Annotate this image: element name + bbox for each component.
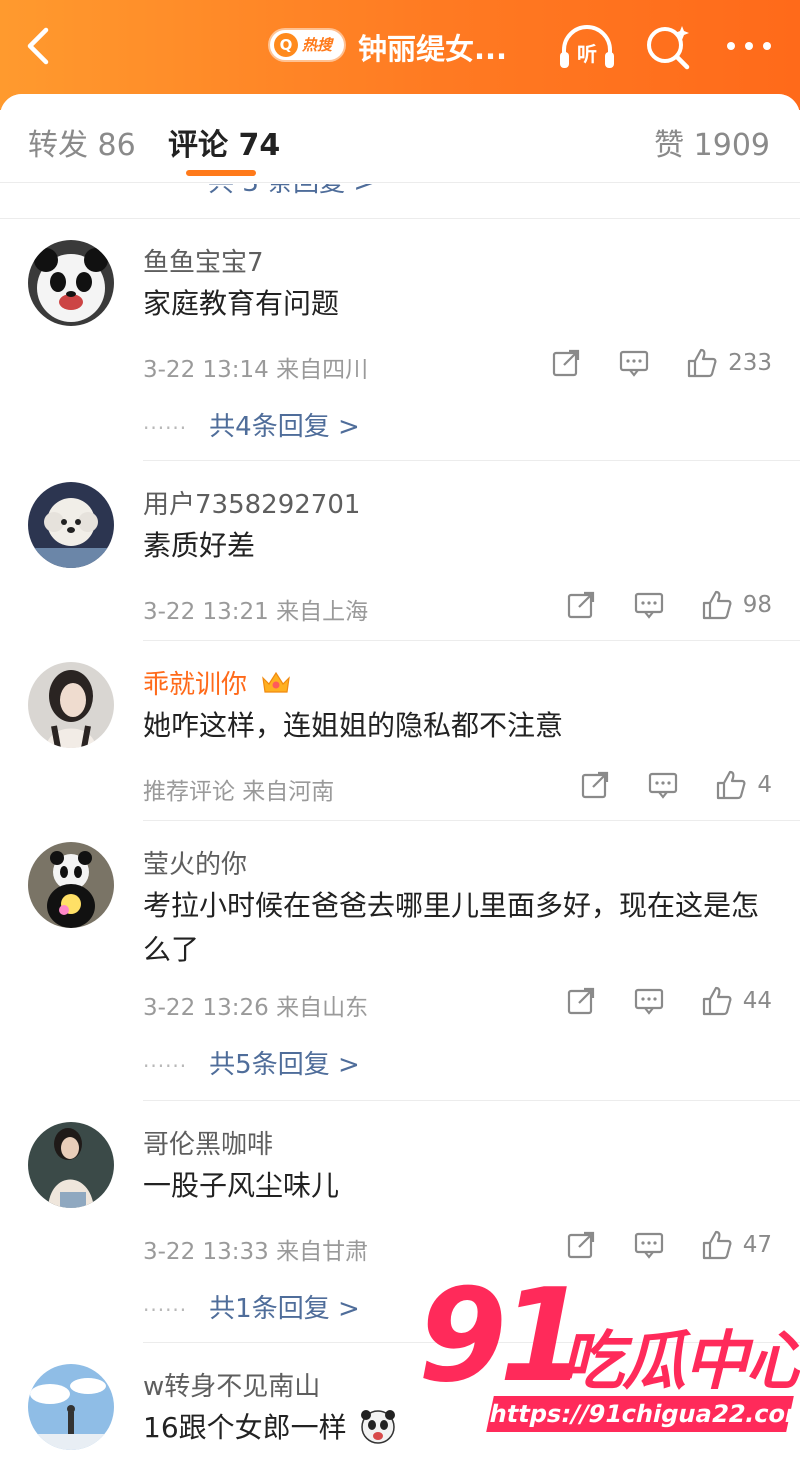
comment-actions: 98 bbox=[565, 588, 772, 622]
like-count: 98 bbox=[742, 592, 772, 618]
search-icon bbox=[647, 26, 690, 70]
chevron-left-icon bbox=[27, 27, 49, 65]
comment-meta: 3-22 13:26 来自山东 bbox=[143, 995, 369, 1021]
comment-meta: 推荐评论 来自河南 bbox=[143, 779, 335, 805]
share-icon[interactable] bbox=[565, 589, 597, 621]
comment-actions: 44 bbox=[565, 984, 772, 1018]
divider bbox=[0, 218, 800, 219]
view-replies-link[interactable]: ······ 共4条回复 > bbox=[143, 406, 360, 443]
share-icon[interactable] bbox=[579, 769, 611, 801]
sky-avatar-image bbox=[28, 1364, 114, 1450]
avatar[interactable] bbox=[28, 482, 114, 568]
comment-icon[interactable] bbox=[618, 347, 650, 379]
thumbs-up-icon[interactable] bbox=[701, 589, 733, 621]
like-count: 4 bbox=[757, 772, 772, 798]
comment-actions: 233 bbox=[550, 346, 772, 380]
comment-username[interactable]: 用户7358292701 bbox=[143, 484, 360, 521]
hot-search-label: 热搜 bbox=[302, 36, 333, 54]
listen-button[interactable]: 听 bbox=[558, 22, 616, 72]
share-icon[interactable] bbox=[565, 985, 597, 1017]
hot-search-icon: Q bbox=[274, 33, 298, 57]
divider bbox=[143, 820, 800, 821]
woman-photo-avatar-image bbox=[28, 1122, 114, 1208]
watermark-logo: 91 吃瓜中心 https://91chigua22.com bbox=[412, 1262, 800, 1452]
comment-text: 她咋这样，连姐姐的隐私都不注意 bbox=[143, 709, 564, 742]
panda-emoji-icon bbox=[360, 1410, 395, 1444]
like-count: 233 bbox=[728, 350, 772, 376]
comment-icon[interactable] bbox=[633, 985, 665, 1017]
more-button[interactable] bbox=[724, 36, 774, 56]
thumbs-up-icon[interactable] bbox=[686, 347, 718, 379]
dog-avatar-image bbox=[28, 482, 114, 568]
panda-avatar-image bbox=[28, 240, 114, 326]
tab-comment[interactable]: 评论 74 bbox=[168, 120, 280, 164]
tab-like[interactable]: 赞 1909 bbox=[654, 120, 770, 164]
comment-text: 家庭教育有问题 bbox=[143, 287, 340, 320]
divider bbox=[143, 460, 800, 461]
svg-text:听: 听 bbox=[577, 42, 597, 66]
woman-avatar-image bbox=[28, 662, 114, 748]
tab-bar: 转发 86 评论 74 赞 1909 bbox=[0, 94, 800, 184]
comment-actions: 47 bbox=[565, 1228, 772, 1262]
page-title[interactable]: 钟丽缇女... bbox=[358, 26, 507, 68]
tab-repost[interactable]: 转发 86 bbox=[28, 120, 136, 164]
headphones-icon: 听 bbox=[560, 25, 614, 68]
panda-plush-avatar-image bbox=[28, 842, 114, 928]
comment-icon[interactable] bbox=[633, 589, 665, 621]
search-button[interactable] bbox=[644, 22, 692, 70]
avatar[interactable] bbox=[28, 662, 114, 748]
tab-indicator bbox=[186, 170, 256, 176]
comments-sheet: 共 3 条回复 > 转发 86 评论 74 赞 1909 鱼鱼宝宝7 家庭教育有… bbox=[0, 94, 800, 1458]
comment-icon[interactable] bbox=[633, 1229, 665, 1261]
back-button[interactable] bbox=[20, 24, 60, 68]
comment-username[interactable]: 乖就训你 bbox=[143, 664, 291, 701]
share-icon[interactable] bbox=[565, 1229, 597, 1261]
comment-meta: 3-22 13:14 来自四川 bbox=[143, 357, 369, 383]
comment-username[interactable]: 莹火的你 bbox=[143, 844, 247, 881]
comment-username[interactable]: w转身不见南山 bbox=[143, 1366, 320, 1403]
avatar[interactable] bbox=[28, 1122, 114, 1208]
avatar[interactable] bbox=[28, 1364, 114, 1450]
avatar[interactable] bbox=[28, 842, 114, 928]
avatar[interactable] bbox=[28, 240, 114, 326]
comment-icon[interactable] bbox=[647, 769, 679, 801]
like-count: 44 bbox=[742, 988, 772, 1014]
comment-username[interactable]: 哥伦黑咖啡 bbox=[143, 1124, 273, 1161]
divider bbox=[143, 640, 800, 641]
thumbs-up-icon[interactable] bbox=[701, 985, 733, 1017]
thumbs-up-icon[interactable] bbox=[701, 1229, 733, 1261]
comment-meta: 3-22 13:33 来自甘肃 bbox=[143, 1239, 369, 1265]
comment-text: 一股子风尘味儿 bbox=[143, 1169, 340, 1202]
hot-search-badge[interactable]: Q 热搜 bbox=[270, 30, 344, 60]
watermark-number: 91 bbox=[418, 1262, 588, 1411]
thumbs-up-icon[interactable] bbox=[715, 769, 747, 801]
comment-meta: 3-22 13:21 来自上海 bbox=[143, 599, 369, 625]
comment-text: 素质好差 bbox=[143, 529, 256, 562]
comment-actions: 4 bbox=[579, 768, 772, 802]
comment-text: 考拉小时候在爸爸去哪里儿里面多好，现在这是怎么了 bbox=[143, 889, 760, 966]
divider bbox=[143, 1100, 800, 1101]
share-icon[interactable] bbox=[550, 347, 582, 379]
tab-divider bbox=[0, 182, 800, 183]
more-dots-icon bbox=[727, 42, 771, 50]
view-replies-link[interactable]: ······ 共1条回复 > bbox=[143, 1288, 360, 1325]
watermark-url: https://91chigua22.com bbox=[486, 1396, 800, 1432]
comment-username[interactable]: 鱼鱼宝宝7 bbox=[143, 242, 264, 279]
watermark-name: 吃瓜中心 bbox=[560, 1325, 800, 1399]
crown-icon bbox=[262, 671, 291, 693]
like-count: 47 bbox=[742, 1232, 772, 1258]
view-replies-link[interactable]: ······ 共5条回复 > bbox=[143, 1044, 360, 1081]
